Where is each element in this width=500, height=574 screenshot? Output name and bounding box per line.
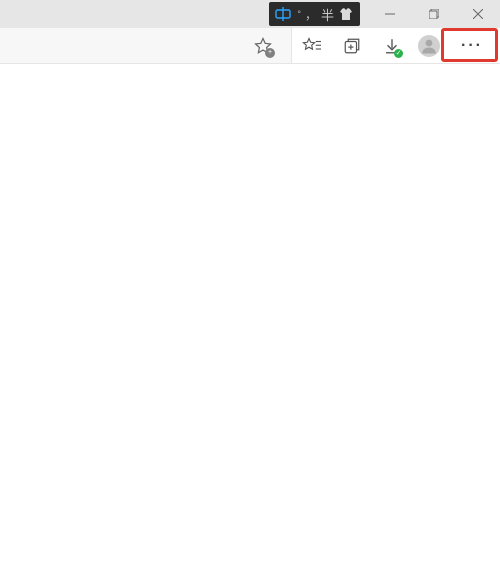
browser-toolbar: + ✓ ··· — [0, 28, 500, 64]
downloads-button[interactable]: ✓ — [372, 28, 412, 64]
profile-icon — [420, 37, 438, 55]
ime-comma-indicator: ， — [305, 6, 317, 23]
minimize-button[interactable] — [368, 0, 412, 28]
window-controls — [368, 0, 500, 28]
favorites-list-icon — [302, 37, 322, 55]
star-add-badge-icon: + — [265, 48, 275, 58]
ime-half-full-indicator: 半 — [321, 5, 334, 24]
favorites-button[interactable] — [292, 28, 332, 64]
ime-skin-icon — [338, 7, 354, 21]
collections-icon — [343, 37, 361, 55]
maximize-button[interactable] — [412, 0, 456, 28]
window-titlebar: ° ， 半 — [0, 0, 500, 28]
ime-cn-icon — [275, 7, 291, 21]
address-bar-region[interactable]: + — [0, 28, 292, 63]
ime-indicator[interactable]: ° ， 半 — [269, 2, 360, 26]
profile-button[interactable] — [418, 35, 440, 57]
settings-more-button[interactable]: ··· — [446, 29, 498, 63]
close-button[interactable] — [456, 0, 500, 28]
collections-button[interactable] — [332, 28, 372, 64]
page-content-area — [0, 64, 500, 574]
ime-punct-indicator: ° — [297, 9, 301, 19]
add-favorite-button[interactable]: + — [243, 28, 283, 64]
download-complete-badge-icon: ✓ — [394, 49, 403, 58]
more-icon: ··· — [461, 37, 483, 55]
